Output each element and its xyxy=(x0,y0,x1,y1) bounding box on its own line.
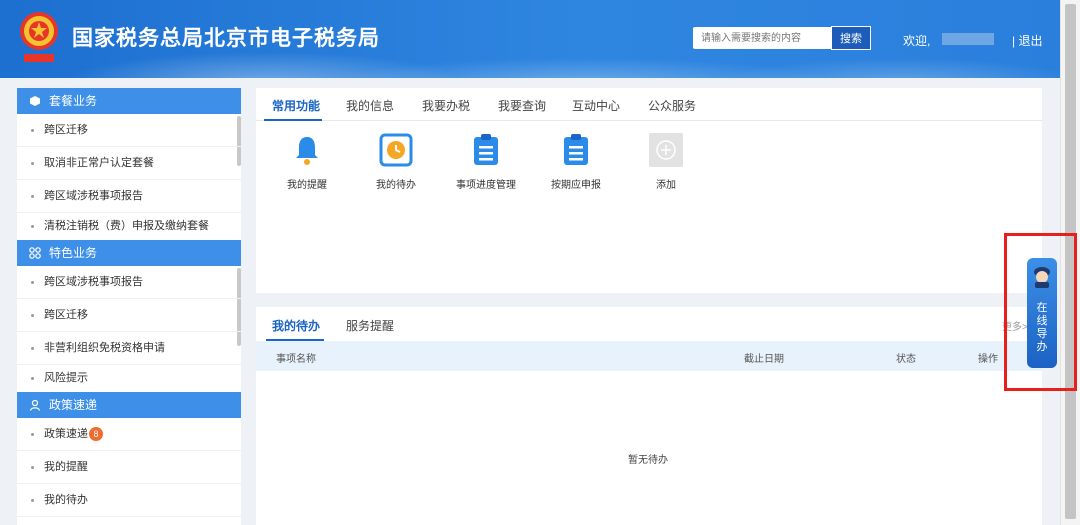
clipboard-icon xyxy=(564,134,588,165)
tab-my-todo[interactable]: 我的待办 xyxy=(272,317,320,334)
search-input[interactable] xyxy=(693,27,831,49)
sidebar-item[interactable]: 清税注销税（费）申报及缴纳套餐 xyxy=(17,213,241,240)
clock-icon xyxy=(379,133,413,167)
tab-common[interactable]: 常用功能 xyxy=(272,97,320,114)
sidebar-item[interactable]: 政策速递 8 xyxy=(17,418,241,451)
sidebar-item[interactable]: 跨区迁移 xyxy=(17,299,241,332)
table-header: 事项名称 截止日期 状态 操作 xyxy=(256,341,1042,371)
func-periodic-declaration[interactable]: 按期应申报 xyxy=(541,133,611,191)
sidebar-section-special[interactable]: 特色业务 xyxy=(17,240,241,266)
column-item-name: 事项名称 xyxy=(276,354,316,365)
plus-icon xyxy=(649,133,683,167)
sidebar-item[interactable]: 非营利组织免税资格申请 xyxy=(17,332,241,365)
function-tabs: 常用功能 我的信息 我要办税 我要查询 互动中心 公众服务 xyxy=(256,88,1042,121)
tax-emblem-logo xyxy=(20,12,58,62)
empty-state-text: 暂无待办 xyxy=(628,455,668,466)
sidebar-item[interactable]: 风险提示 xyxy=(17,365,241,392)
sidebar: 套餐业务 跨区迁移 取消非正常户认定套餐 跨区域涉税事项报告 清税注销税（费）申… xyxy=(17,88,241,525)
column-deadline: 截止日期 xyxy=(744,354,784,365)
header-bar: 国家税务总局北京市电子税务局 搜索 欢迎, | 退出 xyxy=(0,0,1060,78)
func-add[interactable]: 添加 xyxy=(631,133,701,191)
person-icon xyxy=(29,399,41,411)
sidebar-item[interactable]: 取消非正常户认定套餐 xyxy=(17,147,241,180)
notification-badge: 8 xyxy=(89,427,103,442)
section-title: 套餐业务 xyxy=(49,94,98,108)
todo-panel: 我的待办 服务提醒 事项名称 截止日期 状态 操作 暂无待办 xyxy=(256,307,1042,525)
section-title: 特色业务 xyxy=(49,246,98,260)
annotation-highlight-box xyxy=(1004,233,1077,391)
tab-public-service[interactable]: 公众服务 xyxy=(648,97,696,114)
logout-link[interactable]: | 退出 xyxy=(1012,32,1042,49)
username-masked xyxy=(942,33,994,45)
search-button[interactable]: 搜索 xyxy=(831,26,871,50)
sidebar-item[interactable]: 跨区迁移 xyxy=(17,114,241,147)
section-title: 政策速递 xyxy=(49,398,98,412)
site-title: 国家税务总局北京市电子税务局 xyxy=(72,27,380,50)
column-status: 状态 xyxy=(896,354,916,365)
cube-icon xyxy=(30,96,40,106)
sidebar-item[interactable]: 我的待办 xyxy=(17,484,241,517)
tab-interaction[interactable]: 互动中心 xyxy=(572,97,620,114)
sidebar-item[interactable]: 我的提醒 xyxy=(17,451,241,484)
sidebar-section-package[interactable]: 套餐业务 xyxy=(17,88,241,114)
func-my-todo[interactable]: 我的待办 xyxy=(361,133,431,191)
clipboard-icon xyxy=(474,134,498,165)
grid-icon xyxy=(29,247,41,259)
sidebar-section-policy[interactable]: 政策速递 xyxy=(17,392,241,418)
common-functions-panel: 常用功能 我的信息 我要办税 我要查询 互动中心 公众服务 我的提醒 我的待办 … xyxy=(256,88,1042,293)
func-my-reminders[interactable]: 我的提醒 xyxy=(272,133,342,191)
func-progress-management[interactable]: 事项进度管理 xyxy=(451,133,521,191)
column-action: 操作 xyxy=(978,354,998,365)
welcome-text: 欢迎, xyxy=(903,34,931,48)
sidebar-item[interactable]: 跨区域涉税事项报告 xyxy=(17,266,241,299)
tab-my-info[interactable]: 我的信息 xyxy=(346,97,394,114)
sidebar-item[interactable]: 跨区域涉税事项报告 xyxy=(17,180,241,213)
tab-tax-handling[interactable]: 我要办税 xyxy=(422,97,470,114)
tab-query[interactable]: 我要查询 xyxy=(498,97,546,114)
bell-icon xyxy=(296,137,318,165)
active-tab-indicator xyxy=(264,119,322,121)
tab-service-reminders[interactable]: 服务提醒 xyxy=(346,317,394,334)
